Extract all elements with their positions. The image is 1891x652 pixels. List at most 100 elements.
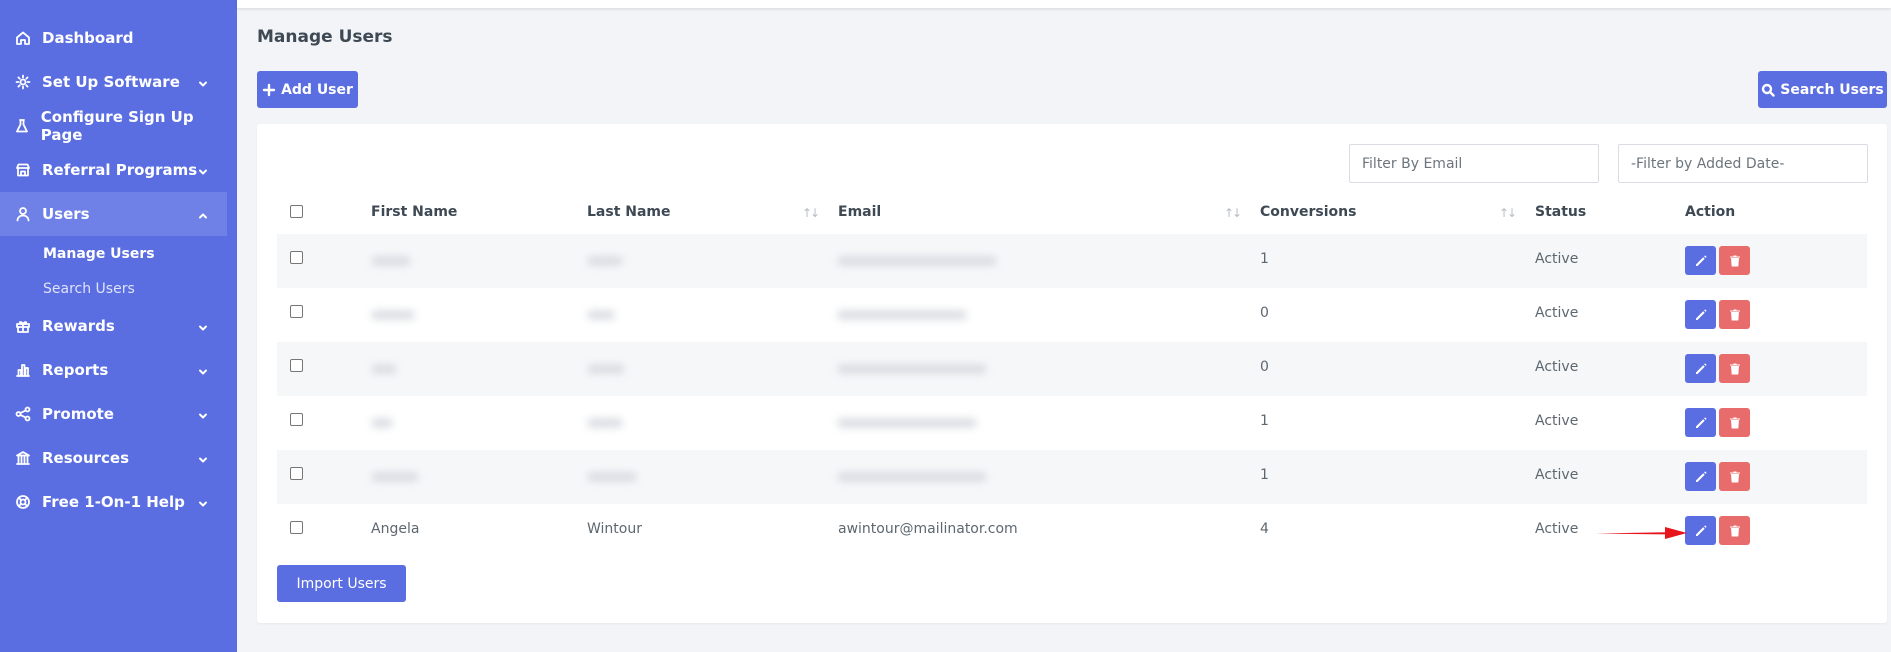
delete-button[interactable] <box>1719 516 1750 545</box>
trash-icon <box>1729 471 1740 482</box>
sort-icon[interactable]: ↑↓ <box>1224 206 1242 220</box>
redacted-email <box>837 472 987 482</box>
status-cell: Active <box>1535 251 1579 267</box>
edit-button[interactable] <box>1685 354 1716 383</box>
conversions-cell: 1 <box>1260 251 1269 267</box>
delete-button[interactable] <box>1719 246 1750 275</box>
table-row: 1 Active <box>277 234 1867 288</box>
sidebar-item-label: Resources <box>42 449 130 467</box>
chevron-down-icon <box>197 76 209 88</box>
pencil-icon <box>1695 470 1707 482</box>
trash-icon <box>1729 255 1740 266</box>
lifebuoy-icon <box>14 493 32 511</box>
conversions-cell: 1 <box>1260 467 1269 483</box>
status-cell: Active <box>1535 305 1579 321</box>
table-row: 1 Active <box>277 450 1867 504</box>
redacted-first-name <box>371 256 411 266</box>
add-user-button[interactable]: Add User <box>257 71 358 108</box>
sidebar-item-configure-signup[interactable]: Configure Sign Up Page <box>0 104 227 148</box>
chevron-down-icon <box>197 164 209 176</box>
table-row: 0 Active <box>277 288 1867 342</box>
red-arrow-annotation <box>1595 527 1687 539</box>
column-header-conversions[interactable]: Conversions <box>1260 204 1356 220</box>
edit-button[interactable] <box>1685 462 1716 491</box>
home-icon <box>14 29 32 47</box>
store-icon <box>14 161 32 179</box>
top-header-bar <box>237 0 1891 8</box>
redacted-email <box>837 256 997 266</box>
user-icon <box>14 205 32 223</box>
edit-button[interactable] <box>1685 408 1716 437</box>
status-cell: Active <box>1535 359 1579 375</box>
sidebar-item-rewards[interactable]: Rewards <box>0 304 227 348</box>
sidebar-item-promote[interactable]: Promote <box>0 392 227 436</box>
sidebar-item-label: Promote <box>42 405 114 423</box>
redacted-last-name <box>587 364 625 374</box>
email-cell: awintour@mailinator.com <box>838 521 1018 537</box>
row-checkbox[interactable] <box>290 305 303 318</box>
import-users-button[interactable]: Import Users <box>277 565 406 602</box>
redacted-first-name <box>371 364 397 374</box>
last-name-cell: Wintour <box>587 521 642 537</box>
filter-email-input[interactable] <box>1349 144 1599 183</box>
bar-chart-icon <box>14 361 32 379</box>
row-checkbox[interactable] <box>290 251 303 264</box>
trash-icon <box>1729 363 1740 374</box>
delete-button[interactable] <box>1719 354 1750 383</box>
edit-button[interactable] <box>1685 300 1716 329</box>
column-header-first-name[interactable]: First Name <box>371 204 457 220</box>
conversions-cell: 4 <box>1260 521 1269 537</box>
column-header-last-name[interactable]: Last Name <box>587 204 671 220</box>
sidebar-item-users[interactable]: Users <box>0 192 227 236</box>
trash-icon <box>1729 417 1740 428</box>
first-name-cell: Angela <box>371 521 420 537</box>
chevron-down-icon <box>197 496 209 508</box>
sidebar-item-free-help[interactable]: Free 1-On-1 Help <box>0 480 227 524</box>
edit-button[interactable] <box>1685 246 1716 275</box>
sort-icon[interactable]: ↑↓ <box>1499 206 1517 220</box>
conversions-cell: 0 <box>1260 305 1269 321</box>
redacted-first-name <box>371 472 419 482</box>
pencil-icon <box>1695 254 1707 266</box>
filter-date-input[interactable] <box>1618 144 1868 183</box>
pencil-icon <box>1695 416 1707 428</box>
gift-icon <box>14 317 32 335</box>
sidebar-item-label: Reports <box>42 361 109 379</box>
delete-button[interactable] <box>1719 300 1750 329</box>
redacted-last-name <box>587 256 623 266</box>
delete-button[interactable] <box>1719 462 1750 491</box>
sidebar-item-dashboard[interactable]: Dashboard <box>0 16 227 60</box>
sidebar-item-setup-software[interactable]: Set Up Software <box>0 60 227 104</box>
row-checkbox[interactable] <box>290 413 303 426</box>
sort-icon[interactable]: ↑↓ <box>802 206 820 220</box>
sidebar-item-reports[interactable]: Reports <box>0 348 227 392</box>
bank-icon <box>14 449 32 467</box>
sidebar-item-referral-programs[interactable]: Referral Programs <box>0 148 227 192</box>
row-checkbox[interactable] <box>290 521 303 534</box>
redacted-last-name <box>587 418 623 428</box>
table-row: 0 Active <box>277 342 1867 396</box>
sidebar-item-label: Rewards <box>42 317 115 335</box>
delete-button[interactable] <box>1719 408 1750 437</box>
row-checkbox[interactable] <box>290 467 303 480</box>
sidebar-subitem-search-users[interactable]: Search Users <box>43 281 135 297</box>
select-all-checkbox[interactable] <box>290 205 303 218</box>
redacted-first-name <box>371 418 393 428</box>
search-users-button[interactable]: Search Users <box>1758 71 1887 108</box>
status-cell: Active <box>1535 467 1579 483</box>
redacted-first-name <box>371 310 415 320</box>
row-checkbox[interactable] <box>290 359 303 372</box>
pencil-icon <box>1695 308 1707 320</box>
share-icon <box>14 405 32 423</box>
page-title: Manage Users <box>257 27 393 47</box>
sidebar-subitem-manage-users[interactable]: Manage Users <box>43 246 155 262</box>
edit-button[interactable] <box>1685 516 1716 545</box>
gear-icon <box>14 73 32 91</box>
sidebar-item-resources[interactable]: Resources <box>0 436 227 480</box>
column-header-email[interactable]: Email <box>838 204 881 220</box>
chevron-up-icon <box>197 208 209 220</box>
chevron-down-icon <box>197 320 209 332</box>
search-users-label: Search Users <box>1780 81 1884 98</box>
chevron-down-icon <box>197 408 209 420</box>
sidebar: Dashboard Set Up Software Configure Sign… <box>0 0 237 652</box>
